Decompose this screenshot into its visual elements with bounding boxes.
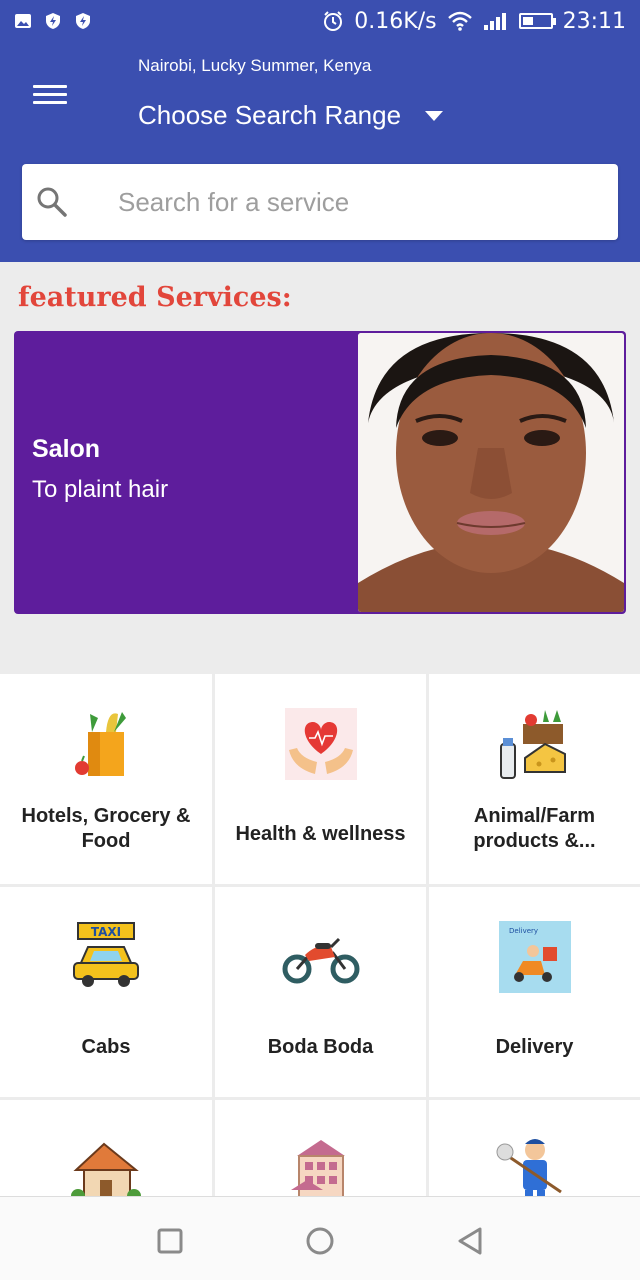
category-label: Boda Boda [267, 1036, 374, 1058]
search-range-label: Choose Search Range [138, 100, 402, 130]
heart-hands-icon [284, 708, 357, 780]
banner-subtitle: To plaint hair [32, 476, 169, 503]
search-bar[interactable] [22, 164, 618, 240]
svg-text:TAXI: TAXI [91, 925, 121, 939]
banner-title: Salon [32, 435, 101, 463]
location-label: Nairobi, Lucky Summer, Kenya [138, 56, 372, 75]
status-bar: 0.16K/s 23:11 [0, 0, 640, 42]
recent-apps-icon[interactable] [150, 1221, 190, 1261]
featured-banner-salon[interactable]: Salon To plaint hair [14, 331, 626, 614]
category-delivery[interactable]: Delivery Delivery [429, 887, 640, 1097]
delivery-icon: Delivery [498, 921, 571, 993]
category-label: Animal/Farm products &... [473, 805, 596, 852]
category-label: Hotels, Grocery & Food [21, 805, 191, 852]
network-speed: 0.16K/s [354, 8, 437, 34]
category-grid: Hotels, Grocery & Food Health & wellness… [0, 674, 640, 1280]
category-cabs[interactable]: TAXI Cabs [0, 887, 212, 1097]
alarm-icon [324, 11, 343, 31]
search-range-dropdown[interactable]: Choose Search Range [138, 100, 444, 131]
app-header: Nairobi, Lucky Summer, Kenya Choose Sear… [0, 42, 640, 262]
featured-services-title: featured Services: [18, 282, 292, 313]
system-nav-bar [0, 1196, 640, 1280]
grocery-bag-icon [75, 712, 126, 776]
farm-products-icon [499, 710, 566, 779]
category-label: Cabs [81, 1036, 131, 1058]
salon-photo [358, 333, 624, 612]
signal-icon [483, 13, 506, 30]
category-health-wellness[interactable]: Health & wellness [215, 674, 426, 884]
search-icon [37, 187, 67, 217]
search-input[interactable] [118, 186, 568, 218]
shield-icon [76, 13, 90, 29]
category-label: Delivery [495, 1036, 574, 1058]
motorcycle-icon [282, 937, 359, 984]
wifi-icon [447, 11, 472, 31]
category-hotels-grocery-food[interactable]: Hotels, Grocery & Food [0, 674, 212, 884]
dropdown-caret-icon [425, 110, 444, 121]
category-label: Health & wellness [235, 823, 406, 845]
image-icon [15, 14, 31, 28]
home-icon[interactable] [300, 1221, 340, 1261]
category-boda-boda[interactable]: Boda Boda [215, 887, 426, 1097]
battery-icon [518, 13, 556, 29]
clock: 23:11 [562, 8, 626, 34]
svg-text:Delivery: Delivery [509, 927, 538, 935]
menu-icon[interactable] [30, 80, 70, 110]
shield-icon [46, 13, 60, 29]
category-animal-farm-products[interactable]: Animal/Farm products &... [429, 674, 640, 884]
back-icon[interactable] [450, 1221, 490, 1261]
taxi-icon: TAXI [73, 922, 139, 987]
